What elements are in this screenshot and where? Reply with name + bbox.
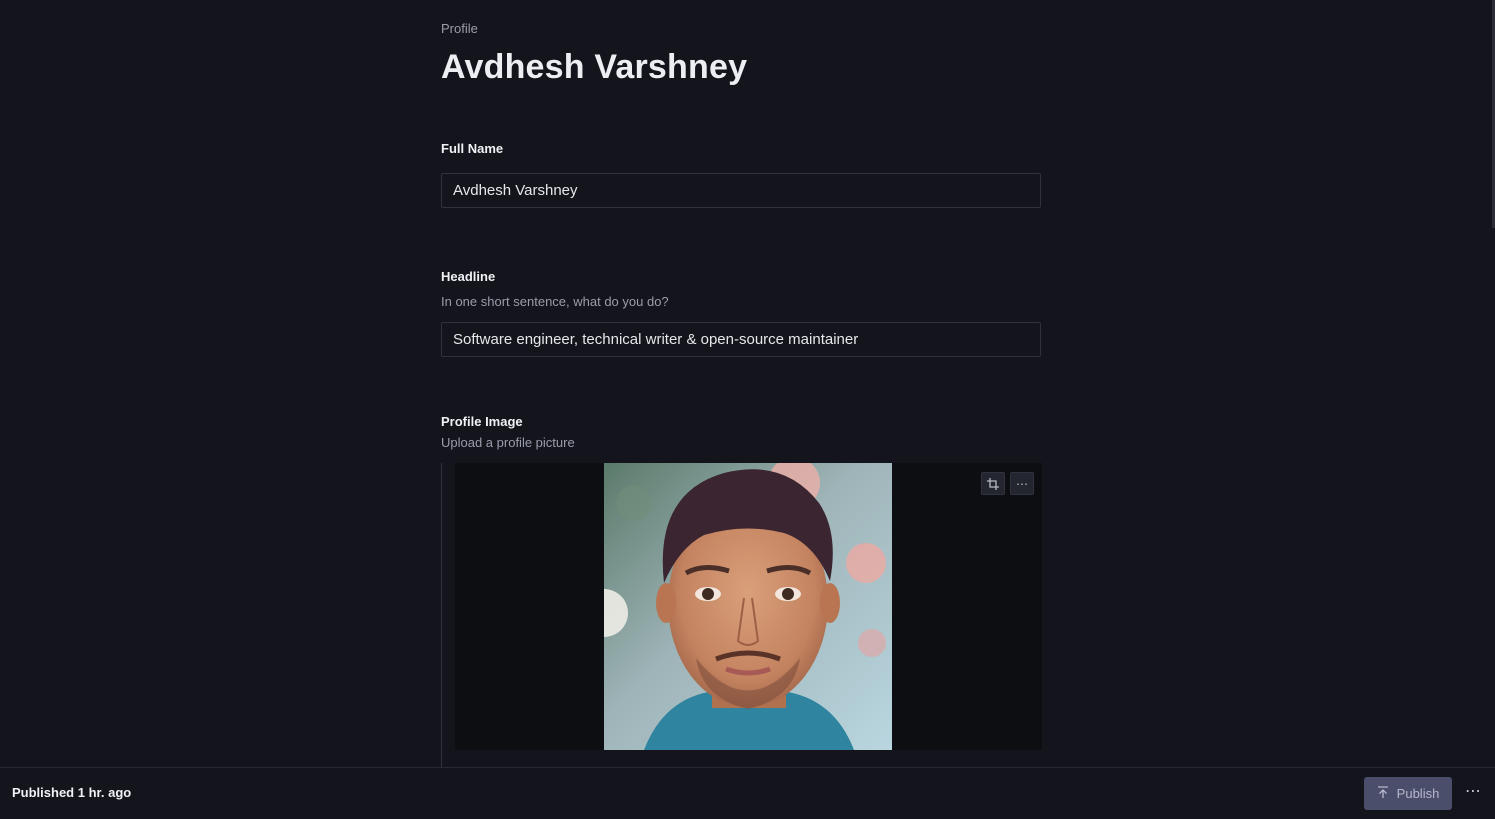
publish-label: Publish — [1396, 786, 1440, 801]
publish-status: Published 1 hr. ago — [12, 785, 131, 800]
full-name-input[interactable] — [441, 173, 1041, 208]
page-title: Avdhesh Varshney — [441, 48, 748, 86]
breadcrumb[interactable]: Profile — [441, 21, 478, 36]
more-options-icon[interactable]: ⋯ — [1462, 782, 1484, 804]
status-prefix: Published — [12, 785, 75, 800]
status-time: 1 hr. ago — [77, 785, 132, 800]
publish-button[interactable]: Publish — [1364, 777, 1452, 810]
profile-image-description: Upload a profile picture — [441, 435, 575, 450]
footer-bar: Published 1 hr. ago Publish ⋯ — [0, 767, 1495, 819]
headline-label: Headline — [441, 269, 496, 284]
crop-icon[interactable] — [981, 472, 1005, 495]
headline-input[interactable] — [441, 322, 1041, 357]
image-toolbar: ⋯ — [981, 472, 1034, 495]
profile-image-label: Profile Image — [441, 414, 523, 429]
publish-arrow-up-icon — [1377, 785, 1389, 802]
more-options-icon[interactable]: ⋯ — [1010, 472, 1034, 495]
full-name-label: Full Name — [441, 141, 504, 156]
image-preview[interactable]: ⋯ — [455, 463, 1042, 750]
avatar — [604, 463, 892, 750]
page: Profile Avdhesh Varshney Full Name Headl… — [0, 0, 1495, 819]
profile-image-field: ⋯ — [441, 463, 1042, 768]
headline-description: In one short sentence, what do you do? — [441, 294, 669, 309]
